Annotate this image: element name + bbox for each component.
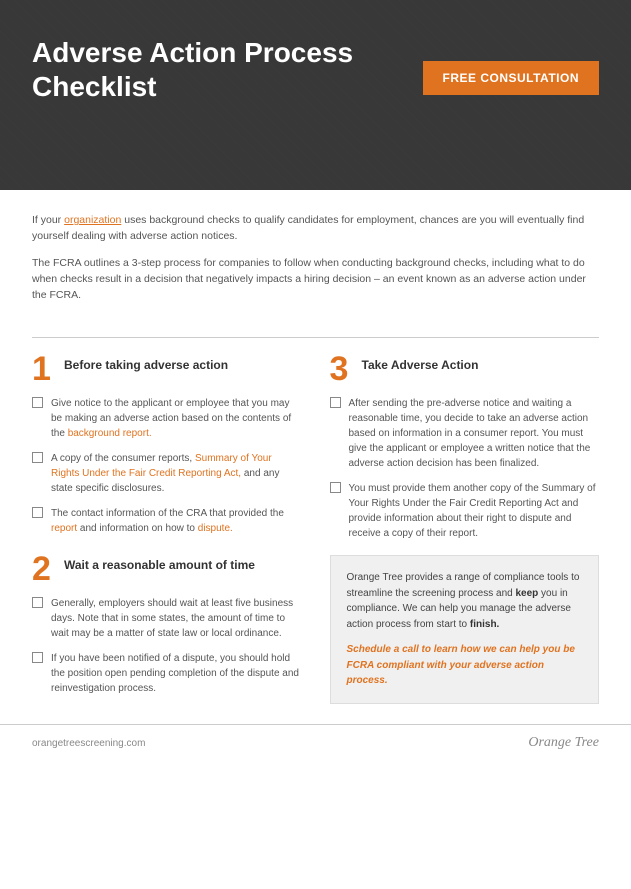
section-2-header: 2 Wait a reasonable amount of time bbox=[32, 552, 302, 586]
list-item: Give notice to the applicant or employee… bbox=[32, 396, 302, 441]
schedule-link[interactable]: Schedule a call bbox=[347, 644, 419, 655]
intro-section: If your organization uses background che… bbox=[0, 190, 631, 323]
cta-text-1: Orange Tree provides a range of complian… bbox=[347, 570, 583, 632]
footer-brand: Orange Tree bbox=[528, 735, 599, 751]
checklist-text-1-2: A copy of the consumer reports, Summary … bbox=[51, 451, 302, 496]
list-item: Generally, employers should wait at leas… bbox=[32, 596, 302, 641]
checkbox-2-1[interactable] bbox=[32, 597, 43, 608]
checklist-text-2-2: If you have been notified of a dispute, … bbox=[51, 651, 302, 696]
free-consultation-button[interactable]: FREE CONSULTATION bbox=[423, 61, 600, 95]
section-divider bbox=[32, 337, 599, 338]
org-link: organization bbox=[64, 214, 121, 226]
intro-paragraph-1: If your organization uses background che… bbox=[32, 212, 599, 245]
checklist-text-1-1: Give notice to the applicant or employee… bbox=[51, 396, 302, 441]
header: Adverse Action Process Checklist FREE CO… bbox=[0, 0, 631, 190]
checklist-text-1-3: The contact information of the CRA that … bbox=[51, 506, 302, 536]
section-2-number: 2 bbox=[32, 552, 56, 586]
cta-text-2: Schedule a call to learn how we can help… bbox=[347, 642, 583, 689]
checkbox-1-3[interactable] bbox=[32, 507, 43, 518]
checkbox-1-1[interactable] bbox=[32, 397, 43, 408]
section-1-header: 1 Before taking adverse action bbox=[32, 352, 302, 386]
cta-box: Orange Tree provides a range of complian… bbox=[330, 555, 600, 704]
checkbox-1-2[interactable] bbox=[32, 452, 43, 463]
section-1-number: 1 bbox=[32, 352, 56, 386]
checklist-text-2-1: Generally, employers should wait at leas… bbox=[51, 596, 302, 641]
footer-website: orangetreescreening.com bbox=[32, 738, 145, 749]
list-item: After sending the pre-adverse notice and… bbox=[330, 396, 600, 471]
section-3-number: 3 bbox=[330, 352, 354, 386]
checkbox-3-2[interactable] bbox=[330, 482, 341, 493]
checklist-text-3-2: You must provide them another copy of th… bbox=[349, 481, 600, 541]
section-1-title: Before taking adverse action bbox=[64, 352, 228, 374]
main-content: 1 Before taking adverse action Give noti… bbox=[0, 352, 631, 716]
left-column: 1 Before taking adverse action Give noti… bbox=[32, 352, 302, 706]
list-item: If you have been notified of a dispute, … bbox=[32, 651, 302, 696]
page-title: Adverse Action Process Checklist bbox=[32, 36, 402, 103]
list-item: A copy of the consumer reports, Summary … bbox=[32, 451, 302, 496]
list-item: You must provide them another copy of th… bbox=[330, 481, 600, 541]
section-3-header: 3 Take Adverse Action bbox=[330, 352, 600, 386]
section-2-title: Wait a reasonable amount of time bbox=[64, 552, 255, 574]
section-3-title: Take Adverse Action bbox=[362, 352, 479, 374]
checklist-text-3-1: After sending the pre-adverse notice and… bbox=[349, 396, 600, 471]
intro-paragraph-2: The FCRA outlines a 3-step process for c… bbox=[32, 255, 599, 304]
footer: orangetreescreening.com Orange Tree bbox=[0, 724, 631, 761]
right-column: 3 Take Adverse Action After sending the … bbox=[330, 352, 600, 706]
checkbox-2-2[interactable] bbox=[32, 652, 43, 663]
list-item: The contact information of the CRA that … bbox=[32, 506, 302, 536]
checkbox-3-1[interactable] bbox=[330, 397, 341, 408]
